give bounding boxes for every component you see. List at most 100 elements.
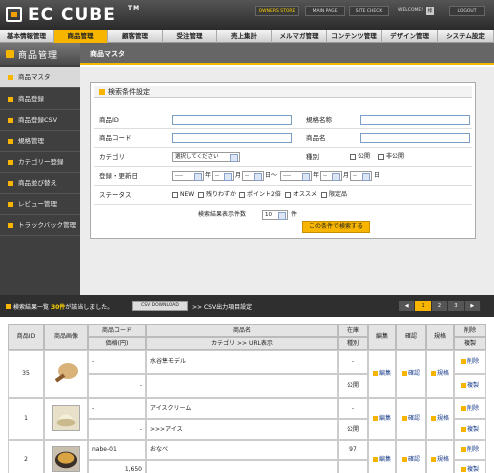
edit-link[interactable]: 編集 <box>368 398 396 440</box>
pager-prev[interactable]: ◀ <box>399 301 416 311</box>
row-category <box>146 374 338 398</box>
status-label: ステータス <box>99 191 132 199</box>
logo-tm: TM <box>128 5 141 12</box>
spec-link[interactable]: 規格 <box>426 398 454 440</box>
kind-label: 種別 <box>306 153 319 161</box>
row-price: 1,650 <box>88 460 146 473</box>
start-year-select[interactable]: ---- <box>172 171 204 181</box>
racket-thumbnail[interactable] <box>52 361 80 387</box>
row-image-cell <box>44 440 88 473</box>
sidebar-item-sort[interactable]: 商品並び替え <box>0 173 80 194</box>
sidebar-item-review[interactable]: レビュー管理 <box>0 194 80 215</box>
gnav-orders[interactable]: 受注管理 <box>163 30 217 43</box>
form-row: 商品ID 規格名称 <box>94 111 472 129</box>
spec-link[interactable]: 規格 <box>426 350 454 398</box>
edit-link[interactable]: 編集 <box>368 440 396 473</box>
gnav-sales[interactable]: 売上集計 <box>217 30 272 43</box>
status-checkbox-recommend[interactable] <box>285 192 291 198</box>
col-header-stock: 在庫 <box>338 324 368 337</box>
csv-settings-link[interactable]: >> CSV出力項目設定 <box>192 302 252 311</box>
edit-link[interactable]: 編集 <box>368 350 396 398</box>
bullet-icon <box>99 89 105 95</box>
copy-link[interactable]: 複製 <box>454 374 486 398</box>
gnav-customers[interactable]: 顧客管理 <box>108 30 163 43</box>
end-year-select[interactable]: ---- <box>280 171 312 181</box>
sidebar-item-product-csv[interactable]: 商品登録CSV <box>0 110 80 131</box>
start-month-select[interactable]: -- <box>212 171 234 181</box>
pager-next[interactable]: ▶ <box>464 301 482 311</box>
confirm-link[interactable]: 確認 <box>396 440 426 473</box>
display-count-select[interactable]: 10 <box>262 210 288 220</box>
delete-icon <box>460 359 466 364</box>
bullet-icon <box>8 202 13 207</box>
end-month-select[interactable]: -- <box>320 171 342 181</box>
sidebar-item-product-master[interactable]: 商品マスタ <box>0 67 80 88</box>
status-checkbox-limited[interactable] <box>321 192 327 198</box>
col-header-price: 価格(円) <box>88 337 146 350</box>
results-summary: 検索結果一覧 30件が該当しました。 <box>13 304 114 311</box>
search-button[interactable]: この条件で検索する <box>302 221 370 233</box>
status-checkbox-label: NEW <box>180 191 195 198</box>
spec-name-input[interactable] <box>360 115 470 125</box>
site-check-button[interactable]: SITE CHECK <box>349 6 389 16</box>
delete-link[interactable]: 削除 <box>454 398 486 419</box>
delete-icon <box>460 447 466 452</box>
pager-page-2[interactable]: 2 <box>431 301 449 311</box>
main-page-button[interactable]: MAIN PAGE <box>305 6 345 16</box>
logo-mark-icon <box>6 7 22 22</box>
gnav-products[interactable]: 商品管理 <box>54 30 108 43</box>
pager-page-3[interactable]: 3 <box>448 301 465 311</box>
month-label: 月 <box>235 172 242 179</box>
row-code: - <box>88 350 146 374</box>
main-area: 検索条件設定 商品ID 規格名称 商品コード 商品名 カテゴリ 選択してください… <box>80 67 494 295</box>
col-header-code: 商品コード <box>88 324 146 337</box>
gnav-contents[interactable]: コンテンツ管理 <box>327 30 382 43</box>
status-checkbox-point[interactable] <box>239 192 245 198</box>
public-checkbox[interactable] <box>350 154 356 160</box>
spec-link[interactable]: 規格 <box>426 440 454 473</box>
delete-link[interactable]: 削除 <box>454 440 486 460</box>
delete-link[interactable]: 削除 <box>454 350 486 374</box>
edit-icon <box>372 371 378 376</box>
pager-page-1[interactable]: 1 <box>415 301 432 311</box>
copy-icon <box>460 383 466 388</box>
owners-store-button[interactable]: OWNERS STORE <box>255 6 299 16</box>
month-label: 月 <box>343 172 350 179</box>
private-checkbox[interactable] <box>378 154 384 160</box>
product-code-input[interactable] <box>172 133 292 143</box>
confirm-icon <box>401 457 407 462</box>
col-header-kind: 種別 <box>338 337 368 350</box>
ec-cube-logo[interactable]: EC CUBE TM <box>6 5 139 25</box>
csv-download-button[interactable]: CSV DOWNLOAD <box>132 301 188 311</box>
row-image-cell <box>44 350 88 398</box>
status-checkbox-few[interactable] <box>198 192 204 198</box>
copy-link[interactable]: 複製 <box>454 460 486 473</box>
status-checkbox-new[interactable] <box>172 192 178 198</box>
logout-button[interactable]: LOGOUT <box>449 6 485 16</box>
nabe-thumbnail[interactable] <box>52 446 80 472</box>
status-checkbox-label: ポイント2倍 <box>247 191 281 198</box>
gnav-mailmag[interactable]: メルマガ管理 <box>272 30 327 43</box>
end-day-select[interactable]: -- <box>350 171 372 181</box>
sidebar-item-trackback[interactable]: トラックバック管理 <box>0 215 80 236</box>
pagination: ◀ 1 2 3 ▶ <box>399 301 482 311</box>
confirm-link[interactable]: 確認 <box>396 398 426 440</box>
form-row: カテゴリ 選択してください 種別 公開 非公開 <box>94 148 472 167</box>
col-header-delete: 削除 <box>454 324 486 337</box>
ice-cream-thumbnail[interactable] <box>52 405 80 431</box>
product-name-input[interactable] <box>360 133 470 143</box>
col-header-confirm: 確認 <box>396 324 426 350</box>
gnav-basic[interactable]: 基本情報管理 <box>0 30 54 43</box>
sidebar-item-product-register[interactable]: 商品登録 <box>0 89 80 110</box>
product-id-input[interactable] <box>172 115 292 125</box>
gnav-system[interactable]: システム設定 <box>438 30 494 43</box>
start-day-select[interactable]: -- <box>242 171 264 181</box>
copy-link[interactable]: 複製 <box>454 419 486 440</box>
gnav-design[interactable]: デザイン管理 <box>382 30 438 43</box>
sidebar-item-category[interactable]: カテゴリー登録 <box>0 152 80 173</box>
sidebar-item-spec[interactable]: 規格管理 <box>0 131 80 152</box>
bullet-icon <box>8 139 13 144</box>
category-select[interactable]: 選択してください <box>172 152 240 162</box>
confirm-link[interactable]: 確認 <box>396 350 426 398</box>
bullet-icon <box>8 118 13 123</box>
